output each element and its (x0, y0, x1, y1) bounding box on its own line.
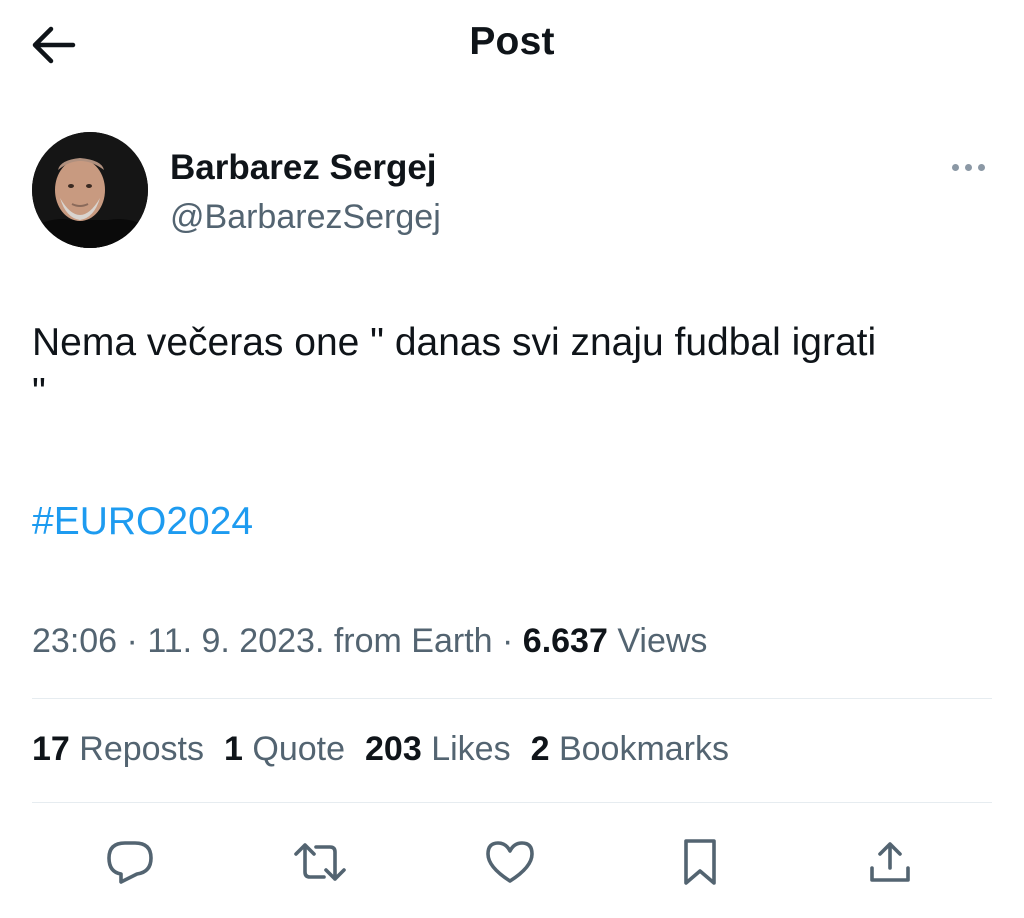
page-title: Post (469, 20, 555, 63)
top-bar: Post (0, 0, 1024, 92)
avatar[interactable] (32, 132, 148, 248)
reply-button[interactable] (100, 832, 160, 892)
post-meta: 23:06 · 11. 9. 2023. from Earth · 6.637 … (32, 622, 707, 661)
divider (32, 802, 992, 803)
like-icon (486, 841, 534, 883)
action-bar (0, 826, 1024, 896)
stat-bookmarks[interactable]: 2 Bookmarks (531, 730, 729, 769)
hashtag-link[interactable]: #EURO2024 (32, 500, 253, 544)
bookmark-button[interactable] (670, 832, 730, 892)
stat-quotes[interactable]: 1 Quote (224, 730, 345, 769)
post-source: from Earth (324, 622, 493, 660)
post-text: Nema večeras one " danas svi znaju fudba… (32, 321, 877, 414)
divider (32, 698, 992, 699)
bookmark-icon (684, 839, 716, 885)
post-time: 23:06 (32, 622, 118, 660)
stat-reposts[interactable]: 17 Reposts (32, 730, 204, 769)
post-stats: 17 Reposts 1 Quote 203 Likes 2 Bookmarks (32, 730, 749, 769)
like-button[interactable] (480, 832, 540, 892)
repost-icon (294, 843, 346, 881)
post-date: 11. 9. 2023. (147, 622, 325, 660)
views-count: 6.637 (522, 622, 608, 660)
meta-separator: · (492, 622, 523, 660)
post-author: Barbarez Sergej @BarbarezSergej (32, 132, 992, 252)
reply-icon (107, 841, 153, 884)
stat-likes[interactable]: 203 Likes (365, 730, 511, 769)
meta-separator: · (117, 622, 148, 660)
avatar-image (32, 132, 148, 248)
author-name[interactable]: Barbarez Sergej (170, 148, 437, 188)
more-horizontal-icon (951, 163, 959, 171)
views-label: Views (607, 622, 708, 660)
more-options-button[interactable] (944, 154, 992, 180)
author-handle[interactable]: @BarbarezSergej (170, 198, 441, 237)
repost-button[interactable] (290, 832, 350, 892)
share-icon (870, 842, 910, 882)
share-button[interactable] (860, 832, 920, 892)
